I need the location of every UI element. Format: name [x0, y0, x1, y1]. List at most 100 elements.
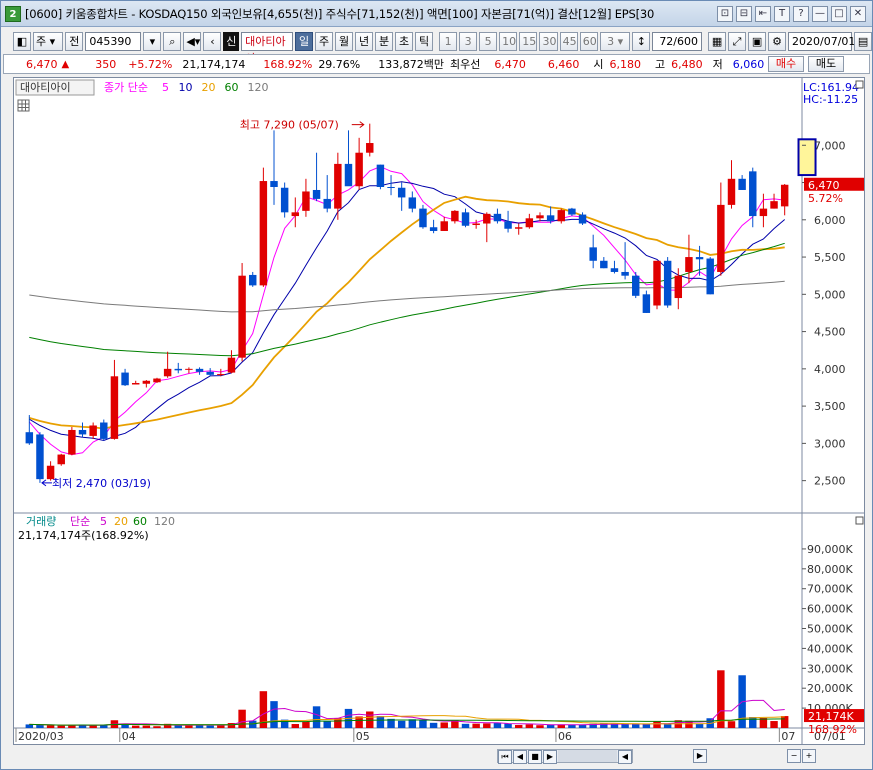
moving-averages [28, 166, 786, 456]
panel-collapse-icon[interactable] [855, 516, 864, 525]
grid-icon[interactable]: ▦ [708, 31, 727, 51]
candle-body [344, 163, 353, 187]
interval-day[interactable]: 일 [295, 31, 314, 51]
candle-body [685, 257, 693, 272]
scroll-left-icon[interactable]: ◀ [618, 750, 632, 764]
candle-body [770, 201, 778, 209]
low-arrow-icon [41, 479, 52, 487]
zoom-in-icon[interactable]: + [802, 749, 816, 763]
volume-bar [270, 701, 278, 728]
sell-button[interactable]: 매도 [808, 56, 844, 72]
candle-body [451, 210, 459, 222]
interval-week[interactable]: 주 [315, 31, 334, 51]
calendar-icon[interactable]: ▤ [854, 31, 873, 51]
num-1[interactable]: 1 [439, 31, 458, 51]
stock-tag: 대아티아이 [20, 81, 71, 94]
next-icon[interactable]: ▶ [543, 750, 557, 764]
interval-minute[interactable]: 분 [375, 31, 394, 51]
scroll-right-icon[interactable]: ▶ [693, 749, 707, 763]
volume-bar [131, 725, 140, 728]
candle-body [780, 184, 789, 207]
candle-body [174, 368, 182, 371]
chart-area[interactable]: 대아티아이 종가 단순 5 10 20 60 120 LC:161.94 HC:… [13, 77, 865, 745]
volume-bar [429, 722, 438, 728]
minimize-icon[interactable]: — [812, 5, 828, 22]
scroll-controls[interactable]: ⏮ ◀ ■ ▶ ◀ [497, 749, 633, 764]
candle-body [312, 189, 321, 199]
scroll-track[interactable] [558, 750, 617, 762]
vma120-label: 120 [154, 515, 175, 528]
low-annotation: 최저 2,470 (03/19) [52, 477, 151, 490]
tool-icon[interactable]: ⤢ [728, 31, 747, 51]
interval-month[interactable]: 월 [335, 31, 354, 51]
candle-body [323, 198, 331, 209]
volume-label: 거래량 [26, 515, 56, 528]
interval-tick[interactable]: 틱 [415, 31, 434, 51]
chart-svg[interactable]: 대아티아이 종가 단순 5 10 20 60 120 LC:161.94 HC:… [14, 78, 864, 744]
ma10-line [29, 181, 786, 442]
num-10[interactable]: 10 [499, 31, 518, 51]
chart-menu-icon[interactable]: ◧ [13, 31, 31, 51]
projection-box[interactable] [797, 138, 817, 177]
save-icon[interactable]: ▣ [748, 31, 767, 51]
num-60[interactable]: 60 [579, 31, 598, 51]
volume-moving-averages [29, 699, 785, 726]
candle-body [36, 434, 44, 480]
stop-icon[interactable]: ■ [528, 750, 542, 764]
table-icon[interactable] [17, 99, 30, 112]
candle-body [131, 383, 140, 385]
custom-num-select[interactable]: 3 ▾ [599, 31, 631, 51]
candle-body [291, 212, 300, 217]
text-icon[interactable]: T [774, 5, 790, 22]
volume-bar [408, 719, 417, 728]
num-15[interactable]: 15 [519, 31, 538, 51]
candle-body [206, 371, 214, 375]
num-45[interactable]: 45 [559, 31, 578, 51]
high-arrow-icon [351, 121, 365, 129]
layout-icon[interactable]: ⊟ [736, 5, 752, 22]
jeon-button[interactable]: 전 [65, 31, 84, 51]
volume-bar [46, 725, 55, 728]
search-icon[interactable]: ⌕ [163, 31, 182, 51]
volume-bar [312, 706, 321, 728]
candle-body [57, 454, 65, 465]
num-3[interactable]: 3 [459, 31, 478, 51]
send-icon[interactable]: ⇤ [755, 5, 771, 22]
maximize-icon[interactable]: □ [831, 5, 847, 22]
speaker-icon[interactable]: ◀▾ [183, 31, 202, 51]
ma60-line [29, 242, 785, 357]
volume-bars [25, 670, 789, 728]
candle-body [259, 181, 268, 286]
candle-body [429, 227, 438, 231]
candle-body [100, 422, 108, 439]
num-5[interactable]: 5 [479, 31, 498, 51]
gear-icon[interactable]: ⚙ [768, 31, 787, 51]
buy-button[interactable]: 매수 [768, 56, 804, 72]
num-30[interactable]: 30 [539, 31, 558, 51]
period-select[interactable]: 주 ▾ [33, 31, 64, 51]
title-bar: 2 [0600] 키움종합차트 - KOSDAQ150 외국인보유[4,655(… [1, 1, 872, 27]
candle-body [302, 191, 310, 211]
volume-bar [770, 721, 778, 728]
interval-second[interactable]: 초 [395, 31, 414, 51]
link-icon[interactable]: ⊡ [717, 5, 733, 22]
stock-code-input[interactable] [85, 31, 142, 51]
panel-collapse-icon-top[interactable] [855, 80, 864, 89]
best-quote-label: 최우선 [450, 58, 481, 71]
close-icon[interactable]: ✕ [850, 5, 866, 22]
first-icon[interactable]: ⏮ [498, 750, 512, 764]
help-icon[interactable]: ? [793, 5, 809, 22]
volume-bar [238, 709, 246, 728]
prev-stock-icon[interactable]: ‹ [203, 31, 222, 51]
expand-icon[interactable]: ↕ [632, 31, 651, 51]
candle-body [600, 260, 608, 269]
price-tick-label: 3,000 [814, 437, 846, 450]
date-field[interactable]: 2020/07/01 [788, 31, 855, 51]
view-count-field[interactable]: 72/600 [652, 31, 703, 51]
prev-icon[interactable]: ◀ [513, 750, 527, 764]
interval-year[interactable]: 년 [355, 31, 374, 51]
volume-bar [302, 721, 310, 728]
zoom-out-icon[interactable]: − [787, 749, 801, 763]
price-tick-label: 4,500 [814, 326, 846, 339]
code-dropdown-icon[interactable]: ▾ [143, 31, 162, 51]
